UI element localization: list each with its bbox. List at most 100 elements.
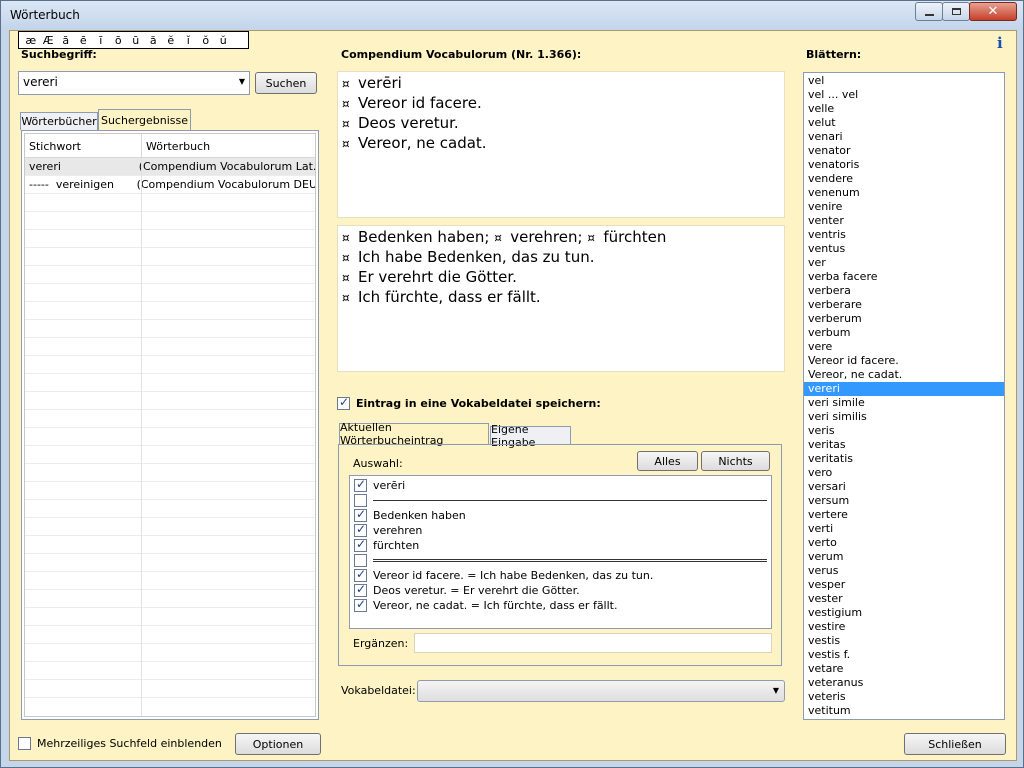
auswahl-item[interactable] — [352, 493, 769, 508]
select-none-button[interactable]: Nichts — [701, 451, 770, 471]
list-item[interactable]: ver — [804, 256, 1004, 270]
list-item[interactable]: vestis — [804, 634, 1004, 648]
auswahl-checkbox[interactable] — [354, 494, 367, 507]
list-item[interactable]: veteranus — [804, 676, 1004, 690]
maximize-button[interactable] — [942, 2, 970, 21]
special-char-button[interactable]: ĭ — [180, 34, 198, 47]
auswahl-checkbox[interactable] — [354, 537, 367, 552]
auswahl-checkbox[interactable] — [354, 507, 367, 522]
list-item[interactable]: vestigium — [804, 606, 1004, 620]
list-item[interactable]: ventris — [804, 228, 1004, 242]
ergaenzen-input[interactable] — [414, 633, 772, 653]
list-item[interactable]: versari — [804, 480, 1004, 494]
list-item[interactable]: verus — [804, 564, 1004, 578]
list-item[interactable]: veris — [804, 424, 1004, 438]
list-item[interactable]: Vereor id facere. — [804, 354, 1004, 368]
save-to-vocab-toggle[interactable]: Eintrag in eine Vokabeldatei speichern: — [337, 395, 601, 410]
list-item[interactable]: verbum — [804, 326, 1004, 340]
multiline-search-toggle[interactable]: Mehrzeiliges Suchfeld einblenden — [18, 737, 222, 750]
info-icon[interactable]: i — [997, 34, 1003, 52]
german-entry-box[interactable]: ¤ Bedenken haben; ¤ verehren; ¤ fürchten ¤ I… — [337, 225, 785, 372]
list-item[interactable]: vetare — [804, 662, 1004, 676]
search-combobox[interactable]: vereri ▼ — [18, 71, 250, 95]
special-char-button[interactable]: ă — [145, 34, 163, 47]
special-char-button[interactable]: ŏ — [197, 34, 215, 47]
list-item[interactable]: vester — [804, 592, 1004, 606]
list-item[interactable]: vesper — [804, 578, 1004, 592]
browse-list[interactable]: vel vel ... vel velle velut venari venator ven… — [803, 72, 1005, 720]
auswahl-checkbox[interactable] — [354, 477, 367, 492]
search-button[interactable]: Suchen — [255, 72, 317, 94]
list-item[interactable]: vereri — [804, 382, 1004, 396]
list-item[interactable]: venter — [804, 214, 1004, 228]
auswahl-item[interactable]: Vereor id facere. = Ich habe Bedenken, d… — [352, 567, 769, 583]
auswahl-item[interactable]: Deos veretur. = Er verehrt die Götter. — [352, 582, 769, 598]
chevron-down-icon[interactable]: ▼ — [773, 686, 779, 695]
auswahl-item[interactable]: verehren — [352, 522, 769, 538]
list-item[interactable]: verberare — [804, 298, 1004, 312]
auswahl-checkbox[interactable] — [354, 582, 367, 597]
tab-dictionaries[interactable]: Wörterbücher — [20, 112, 98, 130]
list-item[interactable]: veri simile — [804, 396, 1004, 410]
list-item[interactable]: vel — [804, 74, 1004, 88]
special-char-button[interactable]: ŭ — [215, 34, 233, 47]
close-window-button[interactable]: ✕ — [969, 2, 1017, 21]
list-item[interactable]: venari — [804, 130, 1004, 144]
list-item[interactable]: verberum — [804, 312, 1004, 326]
special-char-button[interactable]: ō — [110, 34, 128, 47]
list-item[interactable]: veritas — [804, 438, 1004, 452]
multiline-checkbox[interactable] — [18, 737, 31, 750]
title-bar[interactable]: Wörterbuch ✕ — [1, 1, 1023, 29]
auswahl-checkbox[interactable] — [354, 522, 367, 537]
close-button[interactable]: Schließen — [904, 733, 1006, 755]
auswahl-item[interactable]: Vereor, ne cadat. = Ich fürchte, dass er… — [352, 597, 769, 613]
auswahl-item[interactable]: verēri — [352, 477, 769, 493]
list-item[interactable]: verum — [804, 550, 1004, 564]
special-char-button[interactable]: æ — [22, 34, 40, 47]
column-header-woerterbuch[interactable]: Wörterbuch — [142, 134, 214, 157]
list-item[interactable]: verti — [804, 522, 1004, 536]
list-item[interactable]: veteris — [804, 690, 1004, 704]
latin-entry-box[interactable]: ¤ verēri ¤ Vereor id facere. ¤ Deos veretur. ¤… — [337, 71, 785, 218]
list-item[interactable]: velle — [804, 102, 1004, 116]
list-item[interactable]: vere — [804, 340, 1004, 354]
vokabeldatei-dropdown[interactable]: ▼ — [417, 680, 785, 702]
save-checkbox[interactable] — [337, 395, 350, 410]
list-item[interactable]: verba facere — [804, 270, 1004, 284]
auswahl-checkbox[interactable] — [354, 554, 367, 567]
list-item[interactable]: vero — [804, 466, 1004, 480]
list-item[interactable]: ventus — [804, 242, 1004, 256]
auswahl-checkbox[interactable] — [354, 597, 367, 612]
special-char-button[interactable]: ī — [92, 34, 110, 47]
select-all-button[interactable]: Alles — [637, 451, 698, 471]
special-char-button[interactable]: Æ — [40, 34, 58, 47]
special-char-button[interactable]: ĕ — [162, 34, 180, 47]
minimize-button[interactable] — [915, 2, 943, 21]
list-item[interactable]: vestire — [804, 620, 1004, 634]
options-button[interactable]: Optionen — [235, 733, 321, 755]
list-item[interactable]: vertere — [804, 508, 1004, 522]
list-item[interactable]: versum — [804, 494, 1004, 508]
list-item[interactable]: vel ... vel — [804, 88, 1004, 102]
column-header-stichwort[interactable]: Stichwort — [25, 134, 142, 157]
auswahl-item[interactable]: Bedenken haben — [352, 507, 769, 523]
list-item[interactable]: Vereor, ne cadat. — [804, 368, 1004, 382]
tab-search-results[interactable]: Suchergebnisse — [98, 109, 191, 130]
list-item[interactable]: verto — [804, 536, 1004, 550]
auswahl-checkbox[interactable] — [354, 567, 367, 582]
list-item[interactable]: vendere — [804, 172, 1004, 186]
list-item[interactable]: vetitum — [804, 704, 1004, 718]
auswahl-item[interactable]: fürchten — [352, 537, 769, 553]
list-item[interactable]: veri similis — [804, 410, 1004, 424]
list-item[interactable]: veritatis — [804, 452, 1004, 466]
list-item[interactable]: venatoris — [804, 158, 1004, 172]
special-char-button[interactable]: ē — [75, 34, 93, 47]
special-char-button[interactable]: ā — [57, 34, 75, 47]
auswahl-item[interactable] — [352, 553, 769, 568]
list-item[interactable]: venator — [804, 144, 1004, 158]
tab-current-entry[interactable]: Aktuellen Wörterbucheintrag — [339, 421, 489, 447]
list-item[interactable]: venire — [804, 200, 1004, 214]
tab-own-input[interactable]: Eigene Eingabe — [490, 423, 571, 449]
special-char-button[interactable]: ū — [127, 34, 145, 47]
list-item[interactable]: verbera — [804, 284, 1004, 298]
